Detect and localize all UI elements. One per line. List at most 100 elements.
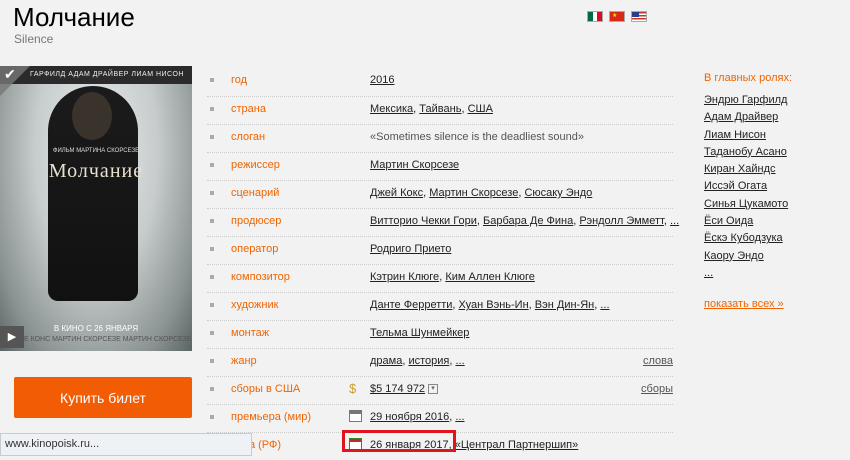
keywords-link[interactable]: слова (643, 355, 673, 367)
more-link[interactable]: ... (670, 215, 679, 227)
info-label: сценарий (231, 187, 280, 199)
bullet-icon (210, 359, 214, 363)
usa-flag-icon[interactable] (631, 11, 647, 22)
info-label: сборы в США (231, 383, 301, 395)
info-label: художник (231, 299, 279, 311)
bullet-icon (210, 107, 214, 111)
more-link[interactable]: ... (455, 411, 464, 423)
mexico-flag-icon[interactable] (587, 11, 603, 22)
info-label: страна (231, 103, 266, 115)
info-label: премьера (мир) (231, 411, 312, 423)
composer-link[interactable]: Ким Аллен Клюге (445, 271, 535, 283)
info-row-artist: художник Данте Ферретти, Хуан Вэнь-Ин, В… (207, 292, 673, 320)
genre-link[interactable]: история (408, 355, 449, 367)
info-row-operator: оператор Родриго Прието (207, 236, 673, 264)
country-link[interactable]: Тайвань (419, 103, 461, 115)
bullet-icon (210, 275, 214, 279)
artist-link[interactable]: Хуан Вэнь-Ин (459, 299, 529, 311)
original-title: Silence (14, 32, 54, 46)
slogan-text: «Sometimes silence is the deadliest soun… (370, 131, 585, 143)
more-actors-link[interactable]: ... (704, 265, 844, 282)
actor-link[interactable]: Синья Цукамото (704, 196, 844, 213)
movie-info-table: год 2016 страна Мексика, Тайвань, США сл… (207, 68, 679, 460)
info-row-editing: монтаж Тельма Шунмейкер (207, 320, 673, 348)
premiere-world-link[interactable]: 29 ноября 2016 (370, 411, 449, 423)
bullet-icon (210, 191, 214, 195)
poster-director-line: ФИЛЬМ МАРТИНА СКОРСЕЗЕ (52, 148, 140, 154)
bullet-icon (210, 247, 214, 251)
info-row-producer: продюсер Витторио Чекки Гори, Барбара Де… (207, 208, 679, 236)
poster-face (72, 92, 112, 140)
checkmark-icon[interactable]: ✔ (4, 66, 16, 83)
writer-link[interactable]: Сюсаку Эндо (524, 187, 592, 199)
info-label: продюсер (231, 215, 282, 227)
cast-heading: В главных ролях: (704, 72, 793, 84)
bullet-icon (210, 331, 214, 335)
writer-link[interactable]: Мартин Скорсезе (429, 187, 518, 199)
info-label: слоган (231, 131, 266, 143)
poster-credits-line: НАЙКЛЕ КОНС МАРТИН СКОРСЕЗЕ МАРТИН СКОРС… (0, 336, 192, 343)
info-row-year: год 2016 (207, 68, 673, 96)
info-row-director: режиссер Мартин Скорсезе (207, 152, 673, 180)
writer-link[interactable]: Джей Кокс (370, 187, 423, 199)
composer-link[interactable]: Кэтрин Клюге (370, 271, 439, 283)
info-row-box-office: сборы в США $ $5 174 972 ▾ сборы (207, 376, 673, 404)
page-title: Молчание (13, 2, 135, 32)
country-flags: ★ (587, 11, 647, 22)
actor-link[interactable]: Эндрю Гарфилд (704, 92, 844, 109)
info-label: монтаж (231, 327, 270, 339)
poster-release-line: В КИНО С 26 ЯНВАРЯ (53, 324, 139, 333)
actor-link[interactable]: Таданобу Асано (704, 144, 844, 161)
actor-link[interactable]: Ёскэ Кубодзука (704, 230, 844, 247)
actor-link[interactable]: Каору Эндо (704, 248, 844, 265)
distributor-link[interactable]: «Централ Партнершип» (455, 439, 579, 451)
info-row-country: страна Мексика, Тайвань, США (207, 96, 673, 124)
bullet-icon (210, 303, 214, 307)
actor-link[interactable]: Киран Хайндс (704, 161, 844, 178)
show-all-cast-link[interactable]: показать всех » (704, 298, 844, 310)
country-link[interactable]: Мексика (370, 103, 413, 115)
info-row-genre: жанр драма, история, ... слова (207, 348, 673, 376)
box-office-details-link[interactable]: сборы (641, 383, 673, 395)
bullet-icon (210, 163, 214, 167)
buy-ticket-button[interactable]: Купить билет (14, 377, 192, 418)
info-row-writer: сценарий Джей Кокс, Мартин Скорсезе, Сюс… (207, 180, 673, 208)
bullet-icon (210, 387, 214, 391)
artist-link[interactable]: Данте Ферретти (370, 299, 452, 311)
bullet-icon (210, 135, 214, 139)
operator-link[interactable]: Родриго Прието (370, 243, 451, 255)
director-link[interactable]: Мартин Скорсезе (370, 159, 459, 171)
editor-link[interactable]: Тельма Шунмейкер (370, 327, 469, 339)
actor-link[interactable]: Ёси Оида (704, 213, 844, 230)
producer-link[interactable]: Витторио Чекки Гори (370, 215, 477, 227)
info-row-premiere-world: премьера (мир) 29 ноября 2016, ... (207, 404, 673, 432)
artist-link[interactable]: Вэн Дин-Ян (535, 299, 594, 311)
bullet-icon (210, 415, 214, 419)
more-link[interactable]: ... (600, 299, 609, 311)
info-row-composer: композитор Кэтрин Клюге, Ким Аллен Клюге (207, 264, 673, 292)
bullet-icon (210, 219, 214, 223)
movie-poster[interactable]: ГАРФИЛД АДАМ ДРАЙВЕР ЛИАМ НИСОН ФИЛЬМ МА… (0, 66, 192, 351)
year-link[interactable]: 2016 (370, 74, 394, 86)
highlight-box (342, 430, 456, 452)
poster-movie-title: Молчание (48, 160, 144, 182)
more-link[interactable]: ... (456, 355, 465, 367)
country-link[interactable]: США (468, 103, 493, 115)
actor-link[interactable]: Лиам Нисон (704, 127, 844, 144)
info-label: год (231, 74, 248, 86)
dropdown-icon[interactable]: ▾ (428, 384, 439, 395)
play-trailer-icon[interactable]: ▶ (0, 326, 24, 348)
producer-link[interactable]: Барбара Де Фина (483, 215, 573, 227)
genre-link[interactable]: драма (370, 355, 402, 367)
producer-link[interactable]: Рэндолл Эмметт (579, 215, 664, 227)
info-label: композитор (231, 271, 290, 283)
actor-link[interactable]: Иссэй Огата (704, 178, 844, 195)
info-label: режиссер (231, 159, 280, 171)
info-label: жанр (231, 355, 257, 367)
cast-panel: В главных ролях: Эндрю Гарфилд Адам Драй… (704, 72, 844, 310)
calendar-icon (349, 410, 362, 422)
taiwan-flag-icon[interactable]: ★ (609, 11, 625, 22)
actor-link[interactable]: Адам Драйвер (704, 109, 844, 126)
box-office-link[interactable]: $5 174 972 (370, 383, 425, 395)
info-row-slogan: слоган «Sometimes silence is the deadlie… (207, 124, 673, 152)
